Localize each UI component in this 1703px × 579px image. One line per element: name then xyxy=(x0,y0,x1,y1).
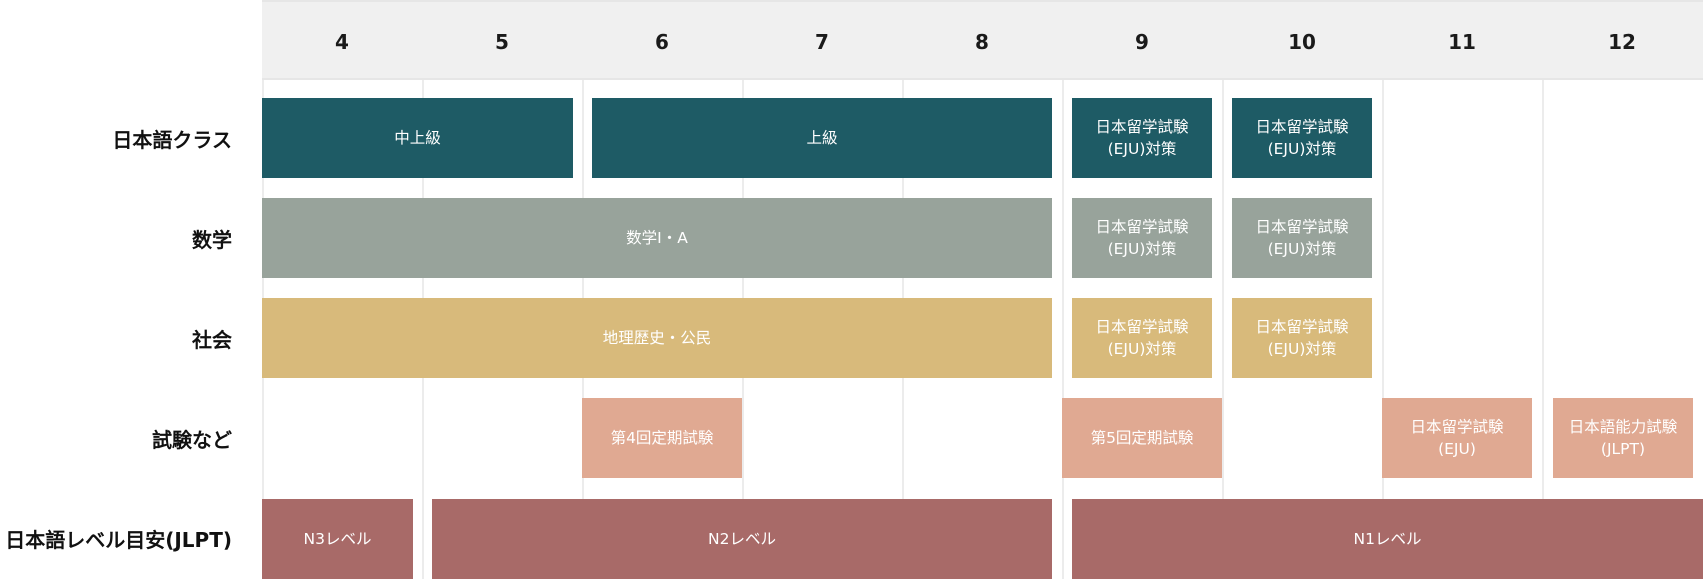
bar-social-eju-prep: 日本留学試験 (EJU)対策 xyxy=(1072,298,1212,378)
grid-line xyxy=(742,0,744,579)
bar-japanese-eju-prep: 日本留学試験 (EJU)対策 xyxy=(1232,98,1372,178)
bar-social-eju-prep: 日本留学試験 (EJU)対策 xyxy=(1232,298,1372,378)
bar-math-eju-prep: 日本留学試験 (EJU)対策 xyxy=(1232,198,1372,278)
row-label-japanese-class: 日本語クラス xyxy=(112,128,232,152)
bar-label: 日本留学試験 (EJU)対策 xyxy=(1255,318,1349,358)
bar-exam-5th-regular: 第5回定期試験 xyxy=(1062,398,1222,478)
bar-label: N3レベル xyxy=(303,530,372,548)
row-label-math: 数学 xyxy=(192,228,232,252)
bar-label: 第4回定期試験 xyxy=(610,429,714,447)
bar-japanese-eju-prep: 日本留学試験 (EJU)対策 xyxy=(1072,98,1212,178)
bar-label: 日本留学試験 (EJU)対策 xyxy=(1095,318,1189,358)
bar-social-geo-history-civics: 地理歴史・公民 xyxy=(262,298,1052,378)
bar-label: 地理歴史・公民 xyxy=(602,329,712,347)
row-label-exams: 試験など xyxy=(152,428,232,452)
bar-level-n2: N2レベル xyxy=(432,499,1052,579)
bar-level-n1: N1レベル xyxy=(1072,499,1703,579)
month-label: 7 xyxy=(815,30,829,54)
bar-math-eju-prep: 日本留学試験 (EJU)対策 xyxy=(1072,198,1212,278)
bar-math-1a: 数学Ⅰ・A xyxy=(262,198,1052,278)
bar-exam-jlpt: 日本語能力試験 (JLPT) xyxy=(1553,398,1693,478)
grid-line xyxy=(582,0,584,579)
grid-line xyxy=(262,0,264,579)
bar-exam-4th-regular: 第4回定期試験 xyxy=(582,398,742,478)
bar-japanese-upper-intermediate: 中上級 xyxy=(262,98,573,178)
month-label: 11 xyxy=(1448,30,1476,54)
bar-label: N1レベル xyxy=(1353,530,1422,548)
month-label: 9 xyxy=(1135,30,1149,54)
row-label-social: 社会 xyxy=(192,328,232,352)
month-label: 10 xyxy=(1288,30,1316,54)
grid-line xyxy=(1382,0,1384,579)
grid-line xyxy=(422,0,424,579)
month-label: 8 xyxy=(975,30,989,54)
bar-label: 日本留学試験 (EJU)対策 xyxy=(1255,218,1349,258)
bar-label: 日本留学試験 (EJU)対策 xyxy=(1095,218,1189,258)
month-label: 5 xyxy=(495,30,509,54)
month-label: 4 xyxy=(335,30,349,54)
bar-label: 日本留学試験 (EJU)対策 xyxy=(1255,118,1349,158)
month-label: 6 xyxy=(655,30,669,54)
grid-line xyxy=(1542,0,1544,579)
bar-level-n3: N3レベル xyxy=(262,499,413,579)
bar-exam-eju: 日本留学試験 (EJU) xyxy=(1382,398,1532,478)
month-label: 12 xyxy=(1608,30,1636,54)
bar-label: 第5回定期試験 xyxy=(1090,429,1194,447)
grid-line xyxy=(1062,0,1064,579)
grid-line xyxy=(902,0,904,579)
bar-label: 日本留学試験 (EJU)対策 xyxy=(1095,118,1189,158)
bar-japanese-advanced: 上級 xyxy=(592,98,1052,178)
bar-label: N2レベル xyxy=(708,530,776,548)
bar-label: 日本留学試験 (EJU) xyxy=(1410,418,1504,458)
bar-label: 数学Ⅰ・A xyxy=(626,229,688,247)
row-label-jlpt-level: 日本語レベル目安(JLPT) xyxy=(5,528,232,552)
grid-line xyxy=(1222,0,1224,579)
month-header: 4 5 6 7 8 9 10 11 12 xyxy=(262,0,1703,80)
bar-label: 中上級 xyxy=(394,129,441,147)
bar-label: 上級 xyxy=(806,129,838,147)
bar-label: 日本語能力試験 (JLPT) xyxy=(1568,418,1678,458)
